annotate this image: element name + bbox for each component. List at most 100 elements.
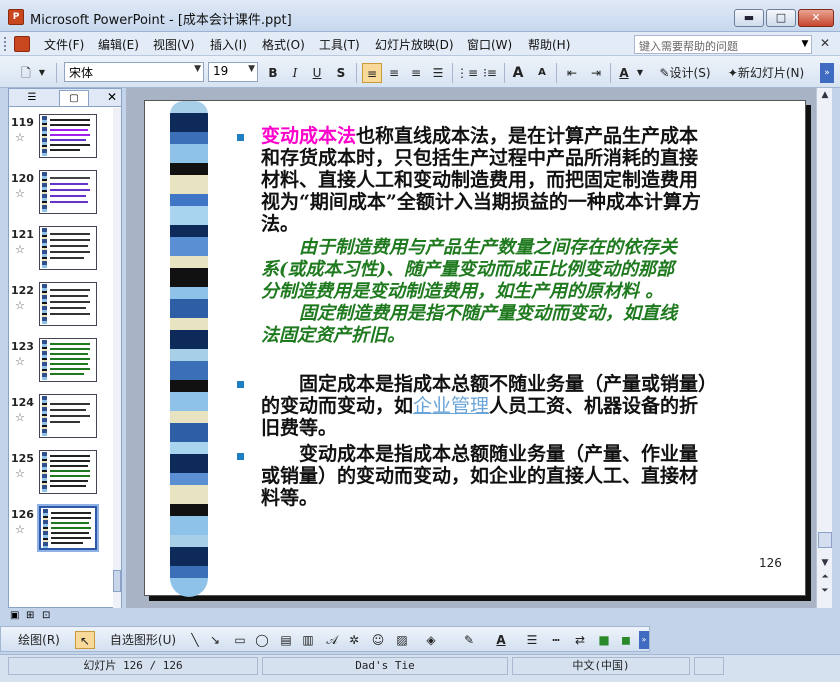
menu-window[interactable]: 窗口(W) bbox=[467, 36, 512, 53]
slide-thumbnail[interactable] bbox=[39, 450, 97, 494]
slide-thumbnail-row[interactable]: 125 ☆ bbox=[9, 449, 113, 505]
bullet-list-icon[interactable]: ⁝≡ bbox=[480, 63, 500, 83]
slide-thumbnail[interactable] bbox=[39, 394, 97, 438]
maximize-button[interactable]: □ bbox=[766, 9, 796, 27]
increase-indent-icon[interactable]: ⇥ bbox=[586, 63, 606, 83]
menu-tools[interactable]: 工具(T) bbox=[319, 36, 360, 53]
chevron-down-icon[interactable]: ▼ bbox=[634, 63, 646, 83]
scrollbar-thumb[interactable] bbox=[113, 570, 121, 592]
shadow-button[interactable]: S bbox=[332, 63, 350, 83]
bold-button[interactable]: B bbox=[264, 63, 282, 83]
chevron-down-icon[interactable]: ▼ bbox=[36, 63, 48, 83]
tab-slides[interactable]: ▢ bbox=[59, 90, 89, 106]
slide-canvas[interactable]: 变动成本法也称直线成本法，是在计算产品生产成本 和存货成本时，只包括生产过程中产… bbox=[144, 100, 806, 597]
slide-thumbnail-row[interactable]: 121 ☆ bbox=[9, 225, 113, 281]
slide-thumbnail[interactable] bbox=[39, 170, 97, 214]
arrow-style-icon[interactable]: ⇄ bbox=[571, 631, 589, 649]
menu-edit[interactable]: 编辑(E) bbox=[98, 36, 139, 53]
font-color-button[interactable]: A bbox=[614, 63, 634, 83]
vertical-textbox-icon[interactable]: ▥ bbox=[299, 631, 317, 649]
picture-icon[interactable]: ▨ bbox=[393, 631, 411, 649]
chevron-down-icon[interactable]: ▼ bbox=[798, 35, 812, 54]
clipart-icon[interactable]: ☺ bbox=[369, 631, 387, 649]
slide-thumbnail-row[interactable]: 124 ☆ bbox=[9, 393, 113, 449]
scrollbar-thumb[interactable] bbox=[818, 532, 832, 548]
slide-thumbnail-row[interactable]: 122 ☆ bbox=[9, 281, 113, 337]
slide-thumbnail[interactable] bbox=[39, 226, 97, 270]
3d-style-icon[interactable]: ◼ bbox=[617, 631, 635, 649]
rectangle-icon[interactable]: ▭ bbox=[231, 631, 249, 649]
align-center-icon[interactable]: ≡ bbox=[384, 63, 404, 83]
new-slide-button[interactable]: ✦新幻灯片(N) bbox=[722, 63, 810, 83]
slide-thumbnail-row[interactable]: 119 ☆ bbox=[9, 113, 113, 169]
shadow-style-icon[interactable]: ■ bbox=[595, 631, 613, 649]
scroll-up-icon[interactable]: ▲ bbox=[818, 88, 832, 102]
font-name-select[interactable]: 宋体 ▼ bbox=[64, 62, 204, 82]
menu-file[interactable]: 文件(F) bbox=[44, 36, 84, 53]
increase-font-button[interactable]: A bbox=[508, 63, 528, 83]
next-slide-icon[interactable]: ⏷ bbox=[818, 584, 832, 598]
menu-format[interactable]: 格式(O) bbox=[262, 36, 305, 53]
tab-outline[interactable]: ☰ bbox=[17, 90, 47, 106]
toolbar-options-icon[interactable]: » bbox=[639, 631, 649, 649]
fill-color-icon[interactable]: ◈ bbox=[421, 631, 441, 649]
previous-slide-icon[interactable]: ⏶ bbox=[818, 570, 832, 584]
menu-help[interactable]: 帮助(H) bbox=[528, 36, 570, 53]
slide-sorter-icon[interactable]: ⊞ bbox=[26, 610, 34, 621]
paragraph-variable-costing[interactable]: 变动成本法也称直线成本法，是在计算产品生产成本 和存货成本时，只包括生产过程中产… bbox=[261, 125, 781, 235]
slide-thumbnail-row[interactable]: 123 ☆ bbox=[9, 337, 113, 393]
help-search-input[interactable]: 键入需要帮助的问题 bbox=[634, 35, 812, 54]
line-color-icon[interactable]: ✎ bbox=[459, 631, 479, 649]
align-right-icon[interactable]: ≡ bbox=[406, 63, 426, 83]
slide-thumbnail[interactable] bbox=[39, 282, 97, 326]
document-close-button[interactable]: ✕ bbox=[820, 36, 830, 50]
slideshow-icon[interactable]: ⊡ bbox=[42, 610, 50, 621]
slide-thumbnail-row[interactable]: 120 ☆ bbox=[9, 169, 113, 225]
decrease-font-button[interactable]: A bbox=[532, 63, 552, 83]
line-icon[interactable]: ╲ bbox=[187, 631, 203, 649]
paragraph-fixed-cost[interactable]: 固定成本是指成本总额不随业务量（产量或销量） 的变动而变动，如企业管理人员工资、… bbox=[261, 373, 786, 439]
decrease-indent-icon[interactable]: ⇤ bbox=[562, 63, 582, 83]
paragraph-variable-cost[interactable]: 变动成本是指成本总额随业务量（产量、作业量 或销量）的变动而变动，如企业的直接人… bbox=[261, 443, 786, 509]
slide-scrollbar[interactable]: ▲ ▼ ⏶ ⏷ bbox=[816, 88, 832, 608]
paragraph-overhead-note[interactable]: 由于制造费用与产品生产数量之间存在的依存关 系(或成本习性)、随产量变动而成正比… bbox=[261, 237, 781, 347]
slide-thumbnail[interactable] bbox=[39, 114, 97, 158]
document-icon[interactable] bbox=[14, 36, 30, 52]
slide-thumbnail[interactable] bbox=[39, 338, 97, 382]
draw-menu-button[interactable]: 绘图(R) bbox=[9, 631, 69, 649]
dash-style-icon[interactable]: ┅ bbox=[547, 631, 565, 649]
oval-icon[interactable]: ◯ bbox=[253, 631, 271, 649]
textbox-icon[interactable]: ▤ bbox=[277, 631, 295, 649]
panel-close-button[interactable]: ✕ bbox=[107, 90, 117, 104]
slide-thumbnail-current[interactable] bbox=[37, 504, 99, 552]
menu-insert[interactable]: 插入(I) bbox=[210, 36, 247, 53]
normal-view-icon[interactable]: ▣ bbox=[10, 610, 19, 621]
ribbon-stripe bbox=[170, 175, 208, 194]
line-style-icon[interactable]: ☰ bbox=[523, 631, 541, 649]
new-document-icon[interactable]: 🗋 bbox=[16, 63, 36, 83]
scroll-down-icon[interactable]: ▼ bbox=[818, 556, 832, 570]
autoshapes-button[interactable]: 自选图形(U) bbox=[103, 631, 183, 649]
arrow-icon[interactable]: ↘ bbox=[207, 631, 223, 649]
pointer-icon[interactable]: ↖ bbox=[75, 631, 95, 649]
close-button[interactable]: ✕ bbox=[798, 9, 834, 27]
ribbon-stripe bbox=[170, 454, 208, 473]
italic-button[interactable]: I bbox=[286, 63, 304, 83]
align-left-icon[interactable]: ≡ bbox=[362, 63, 382, 83]
design-button[interactable]: ✎设计(S) bbox=[650, 63, 720, 83]
toolbar-options-icon[interactable]: » bbox=[820, 63, 834, 83]
menu-view[interactable]: 视图(V) bbox=[153, 36, 195, 53]
menu-slideshow[interactable]: 幻灯片放映(D) bbox=[375, 36, 454, 53]
minimize-button[interactable]: ▬ bbox=[734, 9, 764, 27]
numbered-list-icon[interactable]: ⋮≡ bbox=[456, 63, 478, 83]
slide-thumbnail-row-selected[interactable]: 126 ☆ bbox=[9, 504, 113, 561]
font-color-icon[interactable]: A bbox=[491, 631, 511, 649]
hyperlink[interactable]: 企业管理 bbox=[413, 395, 489, 417]
wordart-icon[interactable]: 𝒜 bbox=[323, 631, 341, 649]
justify-icon[interactable]: ☰ bbox=[428, 63, 448, 83]
font-size-select[interactable]: 19 ▼ bbox=[208, 62, 258, 82]
diagram-icon[interactable]: ✲ bbox=[345, 631, 363, 649]
thumbnail-scrollbar[interactable] bbox=[113, 108, 121, 608]
underline-button[interactable]: U bbox=[308, 63, 326, 83]
ribbon-stripe bbox=[170, 547, 208, 566]
